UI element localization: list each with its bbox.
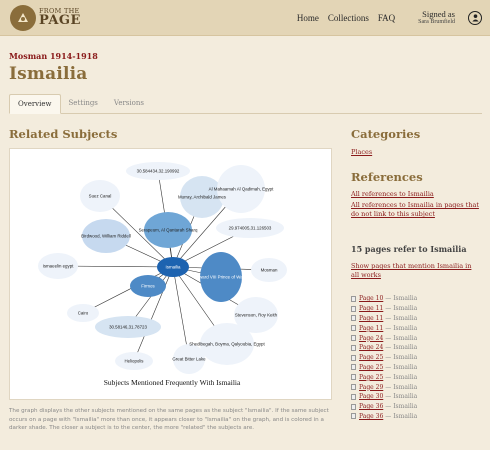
page-link[interactable]: Page 25 xyxy=(359,374,383,381)
page-link[interactable]: Page 25 xyxy=(359,354,383,361)
tab-settings[interactable]: Settings xyxy=(61,94,106,114)
node-label: Stevenson, Roy Keith xyxy=(235,313,278,318)
list-item: Page 36— Ismailia xyxy=(351,402,417,412)
page-link[interactable]: Page 29 xyxy=(359,384,383,391)
list-item: Page 25— Ismailia xyxy=(351,363,417,373)
logo-big-text: PAGE xyxy=(39,13,81,29)
related-subjects-graph: 30.584434,32.190992 Suez Canal Murray, A… xyxy=(9,148,332,400)
site-logo[interactable]: FROM THE PAGE xyxy=(10,4,81,31)
list-item: Page 11— Ismailia xyxy=(351,314,417,324)
document-icon xyxy=(351,344,356,351)
unlinked-references-link[interactable]: All references to Ismailia in pages that… xyxy=(351,201,481,219)
node-label: Great Bitter Lake xyxy=(172,357,206,362)
nav-home[interactable]: Home xyxy=(297,13,319,23)
user-name: Sara Brumfield xyxy=(418,18,455,25)
node-label: Mosman xyxy=(261,268,278,273)
node-label: Suez Canal xyxy=(89,194,112,199)
graph-description: The graph displays the other subjects me… xyxy=(9,408,329,432)
top-header: FROM THE PAGE Home Collections FAQ Signe… xyxy=(0,0,490,36)
pages-count: 15 pages refer to Ismailia xyxy=(351,244,467,254)
graph-svg: 30.584434,32.190992 Suez Canal Murray, A… xyxy=(38,162,287,387)
node-label: Firmos xyxy=(141,284,155,289)
pages-list: Page 10— Ismailia Page 11— Ismailia Page… xyxy=(351,294,417,421)
node-label: Ismaeelin egypt xyxy=(43,264,75,269)
list-item: Page 10— Ismailia xyxy=(351,294,417,304)
node-label: Shedibegah, Boyma, Qalyoubia, Egypt xyxy=(189,342,265,347)
center-node-label: Ismailia xyxy=(166,265,181,270)
list-item: Page 25— Ismailia xyxy=(351,372,417,382)
document-icon xyxy=(351,403,356,410)
page-title: Ismailia xyxy=(9,64,88,84)
document-icon xyxy=(351,384,356,391)
show-pages-link[interactable]: Show pages that mention Ismailia in all … xyxy=(351,262,481,280)
node-label: Birdwood, William Riddell xyxy=(81,234,131,239)
document-icon xyxy=(351,335,356,342)
tab-overview[interactable]: Overview xyxy=(9,94,61,114)
logo-mark-icon xyxy=(10,4,36,31)
references-heading: References xyxy=(351,170,423,184)
page-link[interactable]: Page 10 xyxy=(359,295,383,302)
list-item: Page 30— Ismailia xyxy=(351,392,417,402)
user-avatar-icon[interactable] xyxy=(468,10,482,25)
node-label: 30.58146,31.78723 xyxy=(109,325,147,330)
nav-collections[interactable]: Collections xyxy=(328,13,369,23)
node-label: Serapeum, Al Qantarah Sharq xyxy=(139,228,198,233)
list-item: Page 25— Ismailia xyxy=(351,353,417,363)
signed-as-label: Signed as xyxy=(422,8,455,19)
category-link[interactable]: Places xyxy=(351,148,372,156)
page-link[interactable]: Page 24 xyxy=(359,344,383,351)
breadcrumb[interactable]: Mosman 1914-1918 xyxy=(9,51,98,61)
document-icon xyxy=(351,325,356,332)
signed-in-info[interactable]: Signed as Sara Brumfield xyxy=(418,8,455,25)
document-icon xyxy=(351,305,356,312)
page-link[interactable]: Page 11 xyxy=(359,325,383,332)
page-link[interactable]: Page 36 xyxy=(359,403,383,410)
node-label: Murray, Archibald James xyxy=(178,195,227,200)
node-label: Edward VIII Prince of Wales xyxy=(194,275,249,280)
main-nav: Home Collections FAQ Signed as Sara Brum… xyxy=(297,8,482,25)
list-item: Page 11— Ismailia xyxy=(351,323,417,333)
page-link[interactable]: Page 36 xyxy=(359,413,383,420)
node-label: 29.974005,31.126503 xyxy=(229,226,272,231)
node-label: Al Mahaamah Al Qadimah, Egypt xyxy=(209,187,274,192)
page-link[interactable]: Page 11 xyxy=(359,315,383,322)
graph-caption: Subjects Mentioned Frequently With Ismai… xyxy=(104,378,241,387)
document-icon xyxy=(351,374,356,381)
document-icon xyxy=(351,315,356,322)
document-icon xyxy=(351,413,356,420)
node-label: Cairo xyxy=(78,311,89,316)
document-icon xyxy=(351,354,356,361)
list-item: Page 29— Ismailia xyxy=(351,382,417,392)
list-item: Page 24— Ismailia xyxy=(351,333,417,343)
page-link[interactable]: Page 11 xyxy=(359,305,383,312)
all-references-link[interactable]: All references to Ismailia xyxy=(351,190,434,198)
categories-heading: Categories xyxy=(351,127,421,141)
list-item: Page 11— Ismailia xyxy=(351,304,417,314)
list-item: Page 36— Ismailia xyxy=(351,412,417,422)
page-link[interactable]: Page 30 xyxy=(359,393,383,400)
document-icon xyxy=(351,364,356,371)
document-icon xyxy=(351,295,356,302)
node-label: 30.584434,32.190992 xyxy=(137,169,180,174)
page-link[interactable]: Page 25 xyxy=(359,364,383,371)
related-subjects-heading: Related Subjects xyxy=(9,127,118,141)
document-icon xyxy=(351,393,356,400)
tab-bar: Overview Settings Versions xyxy=(9,94,482,114)
page-link[interactable]: Page 24 xyxy=(359,335,383,342)
node-label: Heliopolis xyxy=(124,359,144,364)
list-item: Page 24— Ismailia xyxy=(351,343,417,353)
tab-versions[interactable]: Versions xyxy=(106,94,152,114)
nav-faq[interactable]: FAQ xyxy=(378,13,395,23)
